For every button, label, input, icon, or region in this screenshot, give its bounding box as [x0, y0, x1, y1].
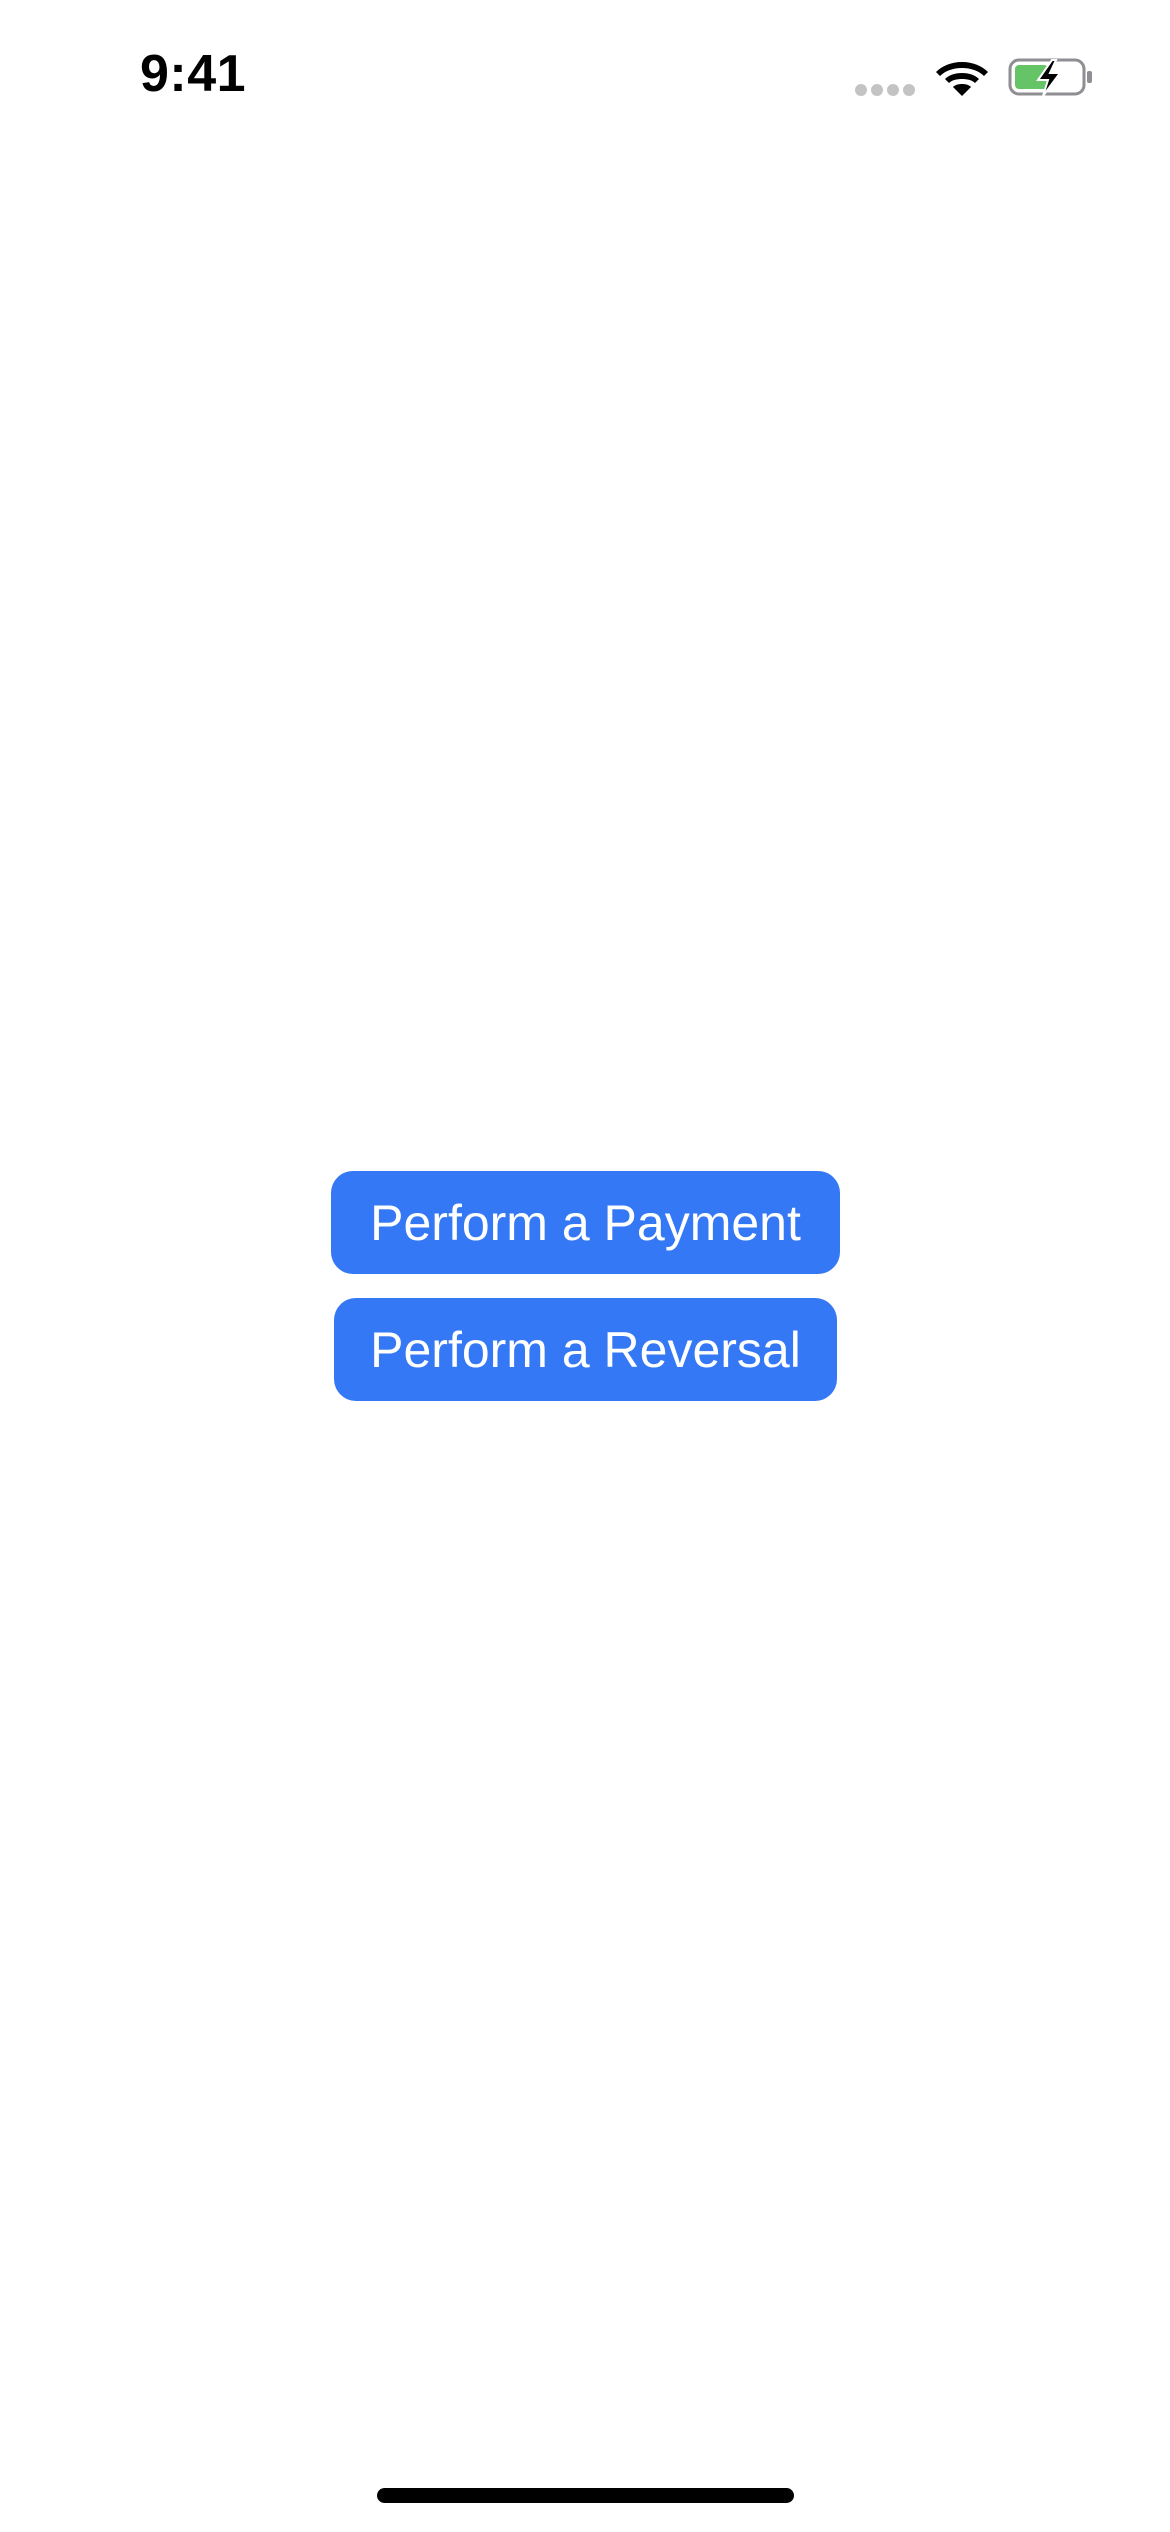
home-indicator[interactable] — [377, 2488, 794, 2503]
perform-reversal-label: Perform a Reversal — [370, 1321, 801, 1378]
actions-container: Perform a Payment Perform a Reversal — [0, 0, 1170, 2532]
app-screen: 9:41 Perform a Payment Perform a Reversa… — [0, 0, 1170, 2532]
perform-payment-label: Perform a Payment — [370, 1194, 801, 1251]
perform-reversal-button[interactable]: Perform a Reversal — [334, 1298, 837, 1401]
perform-payment-button[interactable]: Perform a Payment — [331, 1171, 840, 1274]
